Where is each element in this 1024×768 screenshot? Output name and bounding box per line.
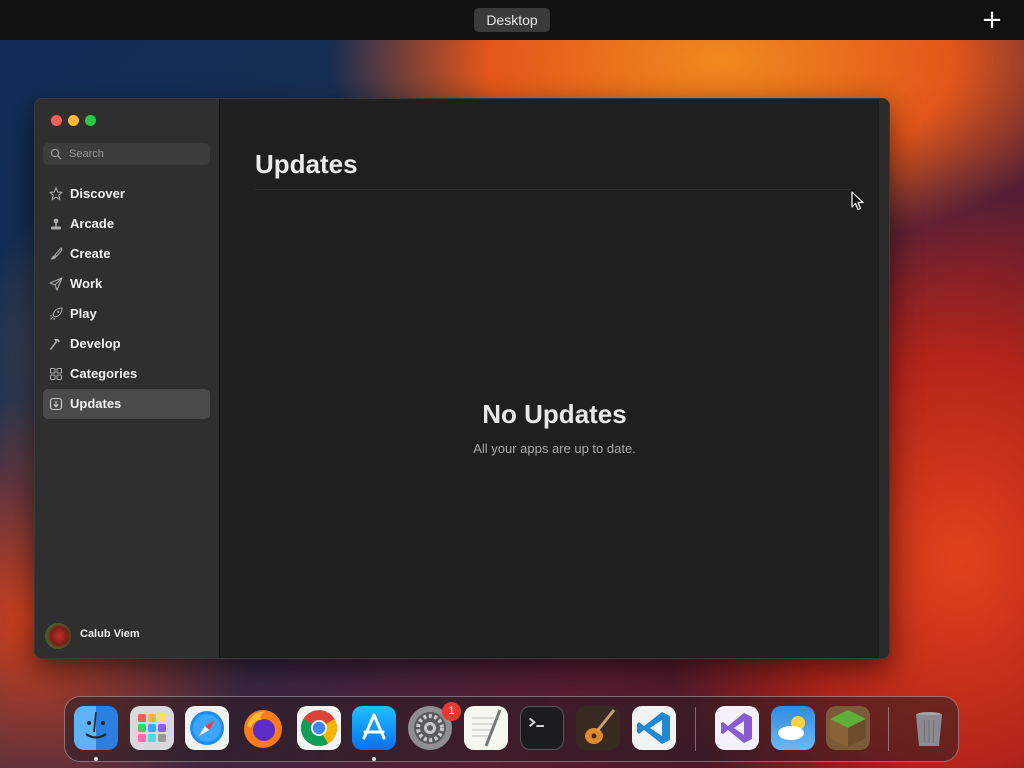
sidebar-item-develop[interactable]: Develop — [43, 329, 210, 359]
joystick-icon — [51, 218, 61, 230]
minimize-button[interactable] — [68, 115, 79, 126]
launchpad-icon[interactable] — [130, 706, 174, 750]
sidebar-item-categories[interactable]: Categories — [43, 359, 210, 389]
sidebar-item-updates[interactable]: Updates — [43, 389, 210, 419]
sidebar-item-work[interactable]: Work — [43, 269, 210, 299]
grid-icon — [49, 367, 63, 381]
scrollbar[interactable] — [879, 99, 889, 658]
download-icon — [49, 397, 63, 411]
star-icon — [49, 187, 63, 201]
search-input[interactable]: Search — [43, 143, 210, 165]
garageband-icon[interactable] — [576, 706, 620, 750]
firefox-icon[interactable] — [241, 706, 285, 750]
sidebar-item-label: Develop — [70, 336, 121, 351]
sidebar-item-discover[interactable]: Discover — [43, 179, 210, 209]
search-placeholder: Search — [69, 148, 104, 160]
sidebar-item-label: Discover — [70, 186, 125, 201]
main-content: Updates No Updates All your apps are up … — [220, 99, 889, 658]
sidebar-item-label: Arcade — [70, 216, 115, 231]
app-store-window: Search Discover Arcade Create Work Play — [34, 98, 890, 659]
vscode-icon[interactable] — [632, 706, 676, 750]
dock-separator — [695, 707, 696, 751]
search-icon — [50, 148, 62, 160]
empty-state-title: No Updates — [482, 399, 627, 429]
sidebar: Search Discover Arcade Create Work Play — [35, 99, 220, 658]
app-store-icon[interactable] — [352, 706, 396, 750]
user-name: Calub Viem — [80, 628, 140, 640]
running-indicator — [372, 757, 376, 761]
chrome-icon[interactable] — [297, 706, 341, 750]
avatar — [45, 623, 71, 649]
top-bar: Desktop + — [0, 0, 1024, 40]
sidebar-item-label: Create — [70, 246, 111, 261]
sidebar-item-label: Categories — [70, 366, 138, 381]
sidebar-item-play[interactable]: Play — [43, 299, 210, 329]
sidebar-item-arcade[interactable]: Arcade — [43, 209, 210, 239]
empty-state-subtitle: All your apps are up to date. — [473, 441, 636, 456]
sidebar-nav: Discover Arcade Create Work Play Develop — [43, 179, 210, 419]
textedit-icon[interactable] — [464, 706, 508, 750]
close-button[interactable] — [51, 115, 62, 126]
trash-icon[interactable] — [907, 706, 951, 750]
safari-icon[interactable] — [185, 706, 229, 750]
sidebar-item-label: Updates — [70, 396, 122, 411]
zoom-button[interactable] — [85, 115, 96, 126]
weather-icon[interactable] — [771, 706, 815, 750]
brush-icon — [50, 247, 63, 260]
sidebar-item-label: Play — [70, 306, 97, 321]
dock-separator — [888, 707, 889, 751]
rocket-icon — [49, 307, 63, 321]
add-desktop-button[interactable]: + — [980, 7, 1004, 33]
page-title: Updates — [255, 149, 358, 179]
visual-studio-icon[interactable] — [715, 706, 759, 750]
paper-plane-icon — [49, 277, 63, 291]
title-divider — [255, 189, 851, 190]
notification-badge: 1 — [442, 702, 461, 721]
minecraft-icon[interactable] — [826, 706, 870, 750]
hammer-icon — [49, 339, 60, 350]
desktop-label[interactable]: Desktop — [474, 8, 550, 32]
terminal-icon[interactable] — [520, 706, 564, 750]
finder-icon[interactable] — [74, 706, 118, 750]
dock: 1 — [64, 696, 959, 762]
running-indicator — [94, 757, 98, 761]
mouse-pointer-icon — [851, 191, 864, 211]
sidebar-item-label: Work — [70, 276, 103, 291]
sidebar-item-create[interactable]: Create — [43, 239, 210, 269]
